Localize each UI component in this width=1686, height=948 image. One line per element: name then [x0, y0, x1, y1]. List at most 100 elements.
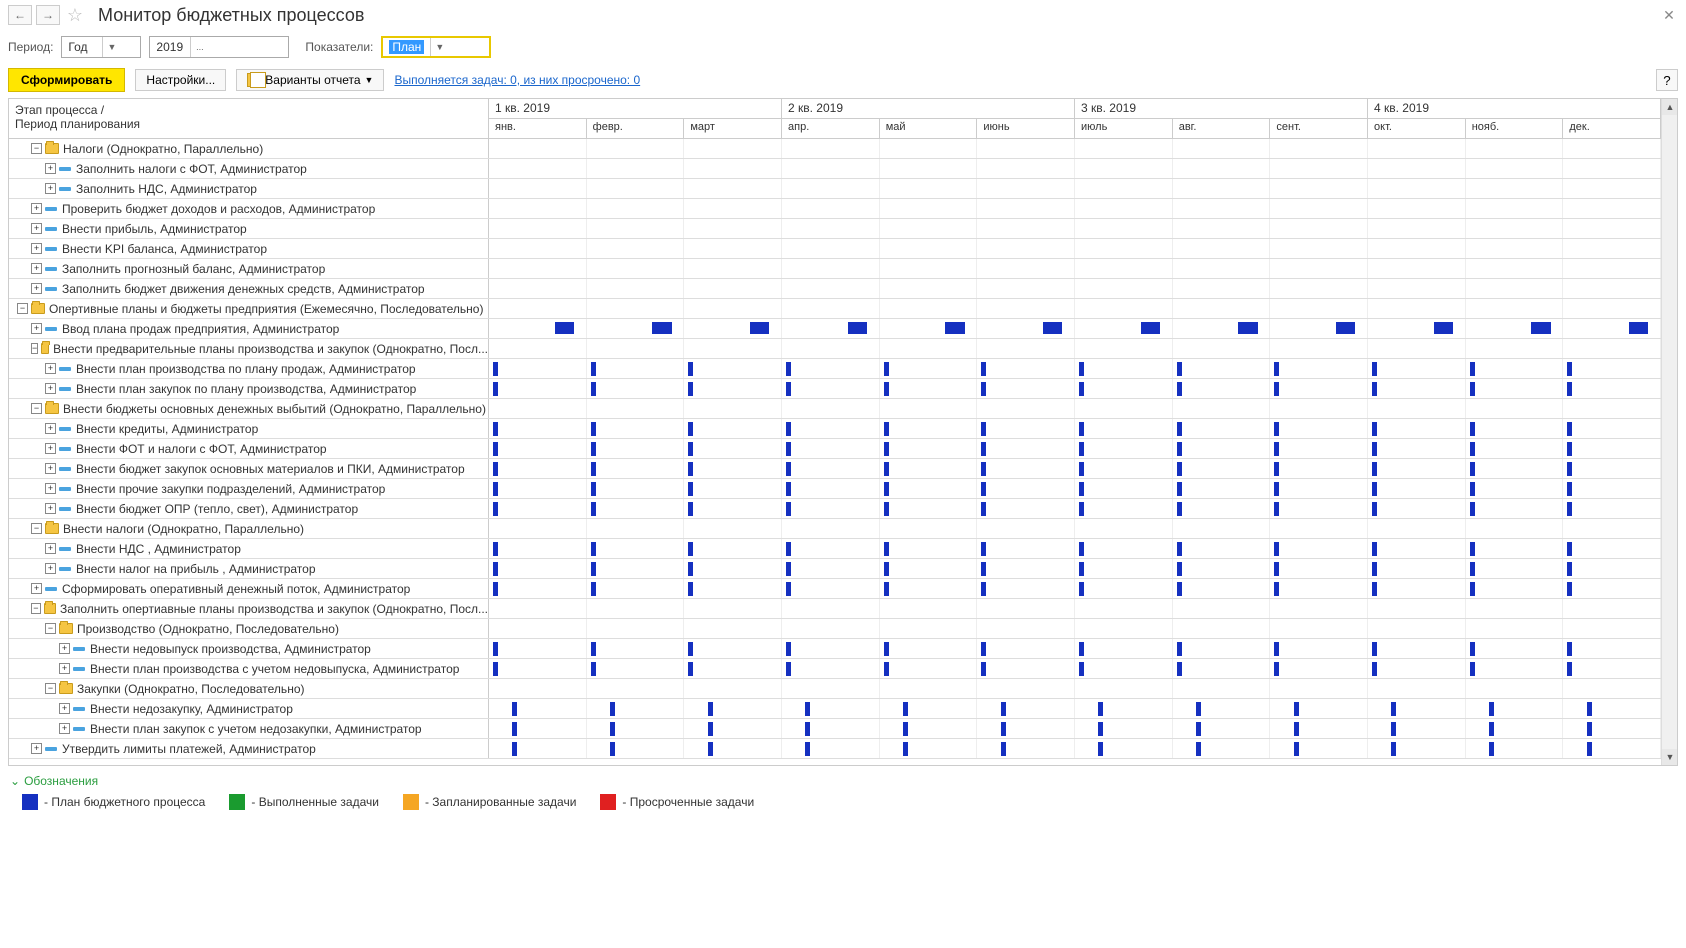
- vertical-scrollbar[interactable]: ▲ ▼: [1661, 99, 1677, 765]
- indicator-combo[interactable]: План ▼: [381, 36, 491, 58]
- grid-body[interactable]: −Налоги (Однократно, Параллельно)+Заполн…: [9, 139, 1677, 765]
- expand-icon[interactable]: +: [45, 463, 56, 474]
- plan-bar: [1391, 702, 1396, 716]
- plan-bar: [786, 382, 791, 396]
- expand-icon[interactable]: +: [31, 743, 42, 754]
- folder-icon: [45, 143, 59, 154]
- period-year-combo[interactable]: 2019 ...: [149, 36, 289, 58]
- grid-row[interactable]: +Утвердить лимиты платежей, Администрато…: [9, 739, 1677, 759]
- ellipsis-button[interactable]: ...: [190, 37, 208, 57]
- grid-row[interactable]: +Внести план производства с учетом недов…: [9, 659, 1677, 679]
- expand-icon[interactable]: +: [45, 563, 56, 574]
- help-button[interactable]: ?: [1656, 69, 1678, 91]
- expand-icon[interactable]: +: [45, 363, 56, 374]
- grid-row[interactable]: +Проверить бюджет доходов и расходов, Ад…: [9, 199, 1677, 219]
- row-gantt: [489, 359, 1661, 378]
- expand-icon[interactable]: +: [31, 583, 42, 594]
- expand-icon[interactable]: +: [31, 323, 42, 334]
- scroll-down-icon[interactable]: ▼: [1662, 749, 1678, 765]
- grid-row[interactable]: +Внести недовыпуск производства, Админис…: [9, 639, 1677, 659]
- expand-icon[interactable]: +: [45, 543, 56, 554]
- expand-icon[interactable]: +: [45, 443, 56, 454]
- expand-icon[interactable]: +: [45, 163, 56, 174]
- grid-row[interactable]: −Налоги (Однократно, Параллельно): [9, 139, 1677, 159]
- grid-row[interactable]: −Закупки (Однократно, Последовательно): [9, 679, 1677, 699]
- grid-row[interactable]: −Производство (Однократно, Последователь…: [9, 619, 1677, 639]
- indicator-label: Показатели:: [305, 40, 373, 54]
- grid-row[interactable]: +Заполнить НДС, Администратор: [9, 179, 1677, 199]
- close-icon[interactable]: ✕: [1660, 6, 1678, 24]
- grid-row[interactable]: +Внести кредиты, Администратор: [9, 419, 1677, 439]
- grid-row[interactable]: +Внести бюджет закупок основных материал…: [9, 459, 1677, 479]
- report-variants-button[interactable]: Варианты отчета ▼: [236, 69, 384, 91]
- grid-row[interactable]: −Заполнить опертиавные планы производств…: [9, 599, 1677, 619]
- generate-button[interactable]: Сформировать: [8, 68, 125, 92]
- expand-icon[interactable]: +: [45, 183, 56, 194]
- grid-row[interactable]: +Внести план производства по плану прода…: [9, 359, 1677, 379]
- scroll-up-icon[interactable]: ▲: [1662, 99, 1678, 115]
- expand-icon[interactable]: +: [45, 383, 56, 394]
- plan-bar: [786, 502, 791, 516]
- tasks-running-link[interactable]: Выполняется задач: 0, из них просрочено:…: [394, 73, 640, 87]
- grid-row[interactable]: +Внести НДС , Администратор: [9, 539, 1677, 559]
- grid-row[interactable]: +Заполнить налоги с ФОТ, Администратор: [9, 159, 1677, 179]
- back-button[interactable]: ←: [8, 5, 32, 25]
- grid-row[interactable]: +Внести KPI баланса, Администратор: [9, 239, 1677, 259]
- collapse-icon[interactable]: −: [31, 523, 42, 534]
- expand-icon[interactable]: +: [31, 263, 42, 274]
- grid-row[interactable]: −Внести бюджеты основных денежных выбыти…: [9, 399, 1677, 419]
- collapse-icon[interactable]: −: [31, 143, 42, 154]
- grid-row[interactable]: +Внести план закупок по плану производст…: [9, 379, 1677, 399]
- legend-toggle[interactable]: ⌄ Обозначения: [10, 774, 1676, 788]
- month-col: [489, 279, 587, 298]
- month-col: [1466, 379, 1564, 398]
- month-col: [587, 559, 685, 578]
- chevron-down-icon[interactable]: ▼: [102, 37, 120, 57]
- grid-row[interactable]: +Заполнить бюджет движения денежных сред…: [9, 279, 1677, 299]
- expand-icon[interactable]: +: [31, 243, 42, 254]
- month-col: [1563, 219, 1661, 238]
- grid-row[interactable]: +Внести ФОТ и налоги с ФОТ, Администрато…: [9, 439, 1677, 459]
- month-col: [587, 679, 685, 698]
- grid-row[interactable]: +Заполнить прогнозный баланс, Администра…: [9, 259, 1677, 279]
- grid-row[interactable]: +Внести прочие закупки подразделений, Ад…: [9, 479, 1677, 499]
- collapse-icon[interactable]: −: [17, 303, 28, 314]
- expand-icon[interactable]: +: [31, 283, 42, 294]
- expand-icon[interactable]: +: [59, 643, 70, 654]
- grid-row[interactable]: +Сформировать оперативный денежный поток…: [9, 579, 1677, 599]
- favorite-star-icon[interactable]: ☆: [64, 4, 86, 26]
- period-type-combo[interactable]: Год ▼: [61, 36, 141, 58]
- collapse-icon[interactable]: −: [45, 683, 56, 694]
- collapse-icon[interactable]: −: [31, 603, 41, 614]
- grid-row[interactable]: +Внести налог на прибыль , Администратор: [9, 559, 1677, 579]
- plan-bar: [591, 482, 596, 496]
- grid-row[interactable]: −Внести предварительные планы производст…: [9, 339, 1677, 359]
- plan-bar: [1567, 562, 1572, 576]
- forward-button[interactable]: →: [36, 5, 60, 25]
- row-gantt: [489, 199, 1661, 218]
- expand-icon[interactable]: +: [59, 703, 70, 714]
- grid-row[interactable]: +Ввод плана продаж предприятия, Админист…: [9, 319, 1677, 339]
- month-col: [1270, 459, 1368, 478]
- grid-row[interactable]: −Опертивные планы и бюджеты предприятия …: [9, 299, 1677, 319]
- collapse-icon[interactable]: −: [45, 623, 56, 634]
- expand-icon[interactable]: +: [31, 203, 42, 214]
- collapse-icon[interactable]: −: [31, 403, 42, 414]
- grid-row[interactable]: +Внести прибыль, Администратор: [9, 219, 1677, 239]
- expand-icon[interactable]: +: [31, 223, 42, 234]
- expand-icon[interactable]: +: [59, 663, 70, 674]
- expand-icon[interactable]: +: [45, 423, 56, 434]
- plan-bar: [786, 582, 791, 596]
- grid-row[interactable]: +Внести бюджет ОПР (тепло, свет), Админи…: [9, 499, 1677, 519]
- grid-row[interactable]: +Внести план закупок с учетом недозакупк…: [9, 719, 1677, 739]
- grid-row[interactable]: −Внести налоги (Однократно, Параллельно): [9, 519, 1677, 539]
- chevron-down-icon[interactable]: ▼: [430, 38, 448, 56]
- expand-icon[interactable]: +: [59, 723, 70, 734]
- grid-row[interactable]: +Внести недозакупку, Администратор: [9, 699, 1677, 719]
- expand-icon[interactable]: +: [45, 483, 56, 494]
- settings-button[interactable]: Настройки...: [135, 69, 226, 91]
- collapse-icon[interactable]: −: [31, 343, 38, 354]
- expand-icon[interactable]: +: [45, 503, 56, 514]
- plan-bar: [786, 562, 791, 576]
- month-col: [977, 259, 1075, 278]
